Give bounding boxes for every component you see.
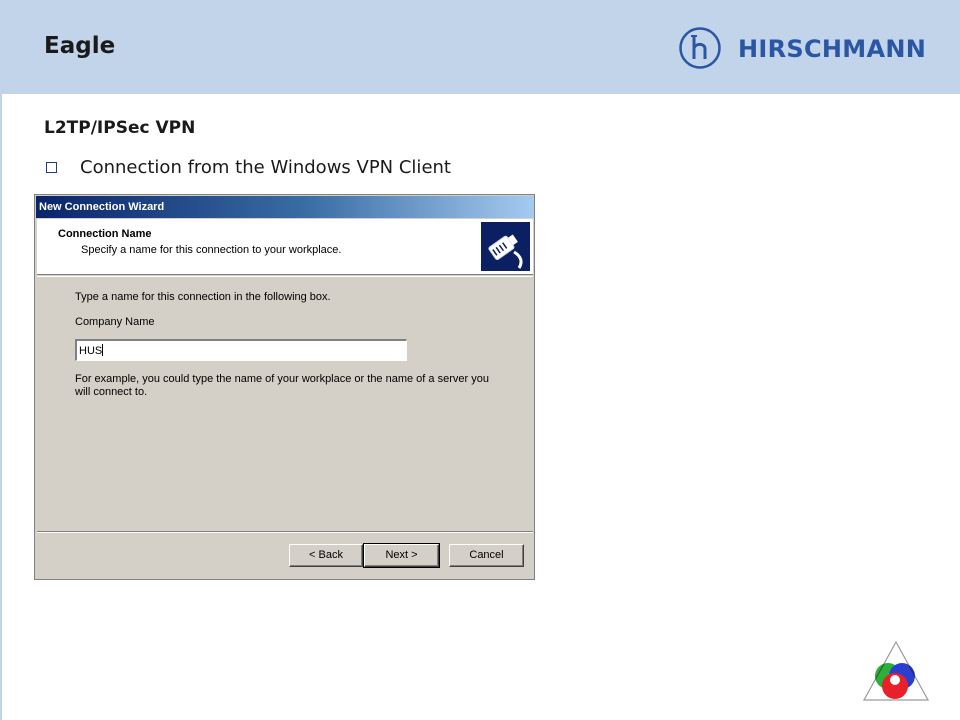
- network-cable-icon: [481, 222, 530, 271]
- window-title: New Connection Wizard: [39, 201, 165, 213]
- bullet-text: Connection from the Windows VPN Client: [80, 157, 451, 178]
- footer-separator-highlight: [37, 532, 533, 533]
- example-text-line-1: For example, you could type the name of …: [75, 373, 489, 385]
- next-button[interactable]: Next >: [363, 543, 440, 568]
- brand-name: HIRSCHMANN: [738, 35, 927, 63]
- header-separator: [37, 276, 533, 277]
- wizard-page-subtitle: Specify a name for this connection to yo…: [81, 244, 342, 256]
- example-text: For example, you could type the name of …: [75, 373, 489, 399]
- example-text-line-2: will connect to.: [75, 386, 148, 398]
- rgb-circles-triangle-logo-icon: [862, 640, 930, 701]
- wizard-header-panel: Connection Name Specify a name for this …: [37, 219, 533, 275]
- company-name-value: HUS: [79, 345, 103, 357]
- section-heading: L2TP/IPSec VPN: [44, 118, 196, 138]
- new-connection-wizard-window: New Connection Wizard Connection Name Sp…: [34, 194, 535, 580]
- back-button[interactable]: < Back: [289, 544, 363, 567]
- slide-header: Eagle HIRSCHMANN: [0, 0, 960, 94]
- slide-title: Eagle: [44, 33, 116, 59]
- hirschmann-h-logo-icon: [679, 27, 721, 69]
- wizard-page-title: Connection Name: [58, 228, 152, 240]
- company-name-label: Company Name: [75, 316, 155, 328]
- window-titlebar[interactable]: New Connection Wizard: [36, 196, 534, 218]
- instruction-text: Type a name for this connection in the f…: [75, 291, 331, 303]
- company-name-input[interactable]: HUS: [75, 339, 407, 361]
- left-accent-rule: [0, 94, 2, 720]
- text-caret: [102, 344, 104, 356]
- cancel-button[interactable]: Cancel: [449, 544, 524, 567]
- square-bullet-icon: [46, 162, 57, 173]
